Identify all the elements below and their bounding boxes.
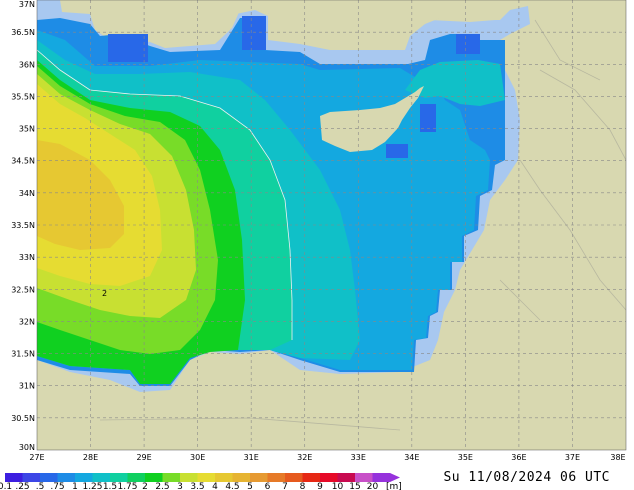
colorbar-unit: [m] — [386, 482, 402, 490]
colorbar-swatch — [110, 473, 128, 482]
colorbar-label: 1.5 — [103, 482, 117, 490]
colorbar-swatch — [285, 473, 303, 482]
longitude-label: 29E — [136, 453, 151, 462]
longitude-label: 30E — [190, 453, 205, 462]
latitude-label: 30N — [19, 443, 35, 452]
latitude-label: 32.5N — [11, 285, 35, 294]
colorbar-label: 10 — [332, 482, 344, 490]
colorbar-label: 0.1 — [0, 482, 12, 490]
colorbar-label: 6 — [265, 482, 271, 490]
colorbar-swatch — [145, 473, 163, 482]
latitude-label: 30.5N — [11, 414, 35, 423]
longitude-label: 31E — [244, 453, 259, 462]
colorbar-label: 7 — [282, 482, 288, 490]
colorbar-swatch — [215, 473, 233, 482]
wave-height-map: 37N 36.5N 36N 35.5N 35N 34.5N 34N 33.5N 33N 32.5N… — [0, 0, 627, 490]
deep-patch-cyprus-east — [420, 104, 436, 132]
colorbar-label: 1.75 — [117, 482, 137, 490]
colorbar-swatch — [57, 473, 76, 482]
colorbar-swatch — [22, 473, 41, 482]
latitude-label: 32N — [19, 317, 35, 326]
latitude-labels: 37N 36.5N 36N 35.5N 35N 34.5N 34N 33.5N 33N 32.5N… — [11, 0, 35, 452]
deep-patch-north — [242, 16, 266, 50]
colorbar-swatch — [127, 473, 146, 482]
colorbar-swatch — [5, 473, 23, 482]
colorbar-swatch — [267, 473, 286, 482]
longitude-label: 28E — [83, 453, 98, 462]
latitude-label: 33N — [19, 253, 35, 262]
colorbar-label: 2.5 — [155, 482, 169, 490]
colorbar-label: 9 — [317, 482, 323, 490]
longitude-label: 37E — [565, 453, 580, 462]
longitude-label: 33E — [351, 453, 366, 462]
colorbar-swatch — [302, 473, 321, 482]
longitude-label: 34E — [404, 453, 419, 462]
colorbar-label: 5 — [247, 482, 253, 490]
colorbar-label: 15 — [349, 482, 360, 490]
colorbar-arrow — [390, 473, 400, 482]
colorbar-swatch — [40, 473, 58, 482]
longitude-label: 36E — [511, 453, 526, 462]
latitude-label: 34N — [19, 189, 35, 198]
longitude-labels: 27E 28E 29E 30E 31E 32E 33E 34E 35E 36E 37E 38E — [29, 453, 625, 462]
colorbar: 0.1.25 .5 .75 1 1.25 1.5 1.75 2 2.5 3 3.5 4 4.5 5 6 7 8 9… — [0, 473, 402, 490]
colorbar-label: 1 — [72, 482, 78, 490]
latitude-label: 31N — [19, 382, 35, 391]
latitude-label: 31.5N — [11, 350, 35, 359]
colorbar-swatch — [92, 473, 111, 482]
colorbar-label: 3.5 — [190, 482, 204, 490]
latitude-label: 33.5N — [11, 221, 35, 230]
colorbar-label: .5 — [36, 482, 45, 490]
colorbar-swatch — [250, 473, 268, 482]
latitude-label: 36.5N — [11, 28, 35, 37]
colorbar-swatch — [355, 473, 373, 482]
colorbar-label: .75 — [50, 482, 64, 490]
colorbar-label: 3 — [177, 482, 183, 490]
contour-value-label: 2 — [102, 289, 107, 298]
colorbar-label: 4 — [212, 482, 218, 490]
deep-patch-northwest — [108, 34, 148, 62]
colorbar-label: 4.5 — [225, 482, 239, 490]
latitude-label: 35N — [19, 125, 35, 134]
latitude-label: 34.5N — [11, 157, 35, 166]
colorbar-swatch — [180, 473, 198, 482]
colorbar-swatch — [372, 473, 391, 482]
colorbar-label: .25 — [15, 482, 29, 490]
latitude-label: 37N — [19, 0, 35, 9]
colorbar-swatch — [232, 473, 251, 482]
colorbar-swatch — [162, 473, 181, 482]
deep-patch-northeast — [456, 34, 480, 54]
deep-patch-cyprus-south — [386, 144, 408, 158]
valid-time: Su 11/08/2024 06 UTC — [443, 470, 610, 485]
longitude-label: 27E — [29, 453, 44, 462]
latitude-label: 36N — [19, 60, 35, 69]
colorbar-swatch — [337, 473, 356, 482]
colorbar-swatch — [197, 473, 216, 482]
colorbar-label: 1.25 — [82, 482, 102, 490]
colorbar-label: 8 — [300, 482, 306, 490]
longitude-label: 35E — [458, 453, 473, 462]
latitude-label: 35.5N — [11, 92, 35, 101]
longitude-label: 38E — [610, 453, 625, 462]
colorbar-swatch — [320, 473, 338, 482]
colorbar-swatch — [75, 473, 93, 482]
colorbar-label: 2 — [142, 482, 148, 490]
colorbar-label: 20 — [367, 482, 379, 490]
longitude-label: 32E — [297, 453, 312, 462]
